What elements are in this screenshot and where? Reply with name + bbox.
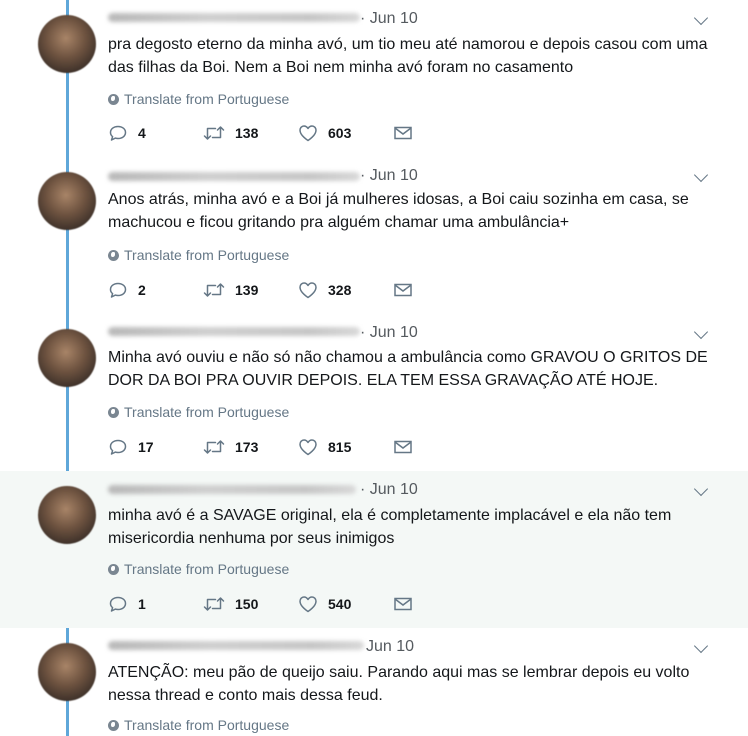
tweet-text: minha avó é a SAVAGE original, ela é com… bbox=[108, 507, 672, 547]
globe-icon bbox=[108, 406, 119, 418]
reply-count: 4 bbox=[138, 125, 146, 141]
like-count: 540 bbox=[328, 596, 352, 612]
like-count: 328 bbox=[328, 282, 352, 298]
reply-icon bbox=[109, 125, 127, 141]
envelope-icon bbox=[394, 440, 412, 454]
globe-icon bbox=[108, 249, 119, 261]
reply-icon bbox=[109, 439, 127, 455]
retweet-button[interactable]: 138 bbox=[203, 124, 298, 142]
reply-count: 2 bbox=[138, 282, 146, 298]
tweet-actions: 4 138 603 bbox=[108, 122, 413, 144]
dm-button[interactable] bbox=[393, 439, 413, 455]
globe-icon bbox=[108, 93, 119, 105]
tweet-date[interactable]: · Jun 10 bbox=[360, 167, 418, 185]
translate-link[interactable]: Translate from Portuguese bbox=[108, 91, 289, 107]
reply-button[interactable]: 1 bbox=[108, 595, 203, 613]
tweet-actions: 17 173 815 bbox=[108, 436, 413, 458]
tweet-date[interactable]: · Jun 10 bbox=[360, 10, 418, 28]
reply-icon bbox=[109, 596, 127, 612]
retweet-button[interactable]: 150 bbox=[203, 595, 298, 613]
blurred-username bbox=[108, 327, 360, 336]
like-button[interactable]: 603 bbox=[298, 124, 393, 142]
reply-button[interactable]: 17 bbox=[108, 438, 203, 456]
tweet-text: ATENÇÃO: meu pão de queijo saiu. Parando… bbox=[108, 664, 690, 704]
blurred-username bbox=[108, 13, 360, 22]
tweet[interactable]: · Jun 10 Anos atrás, minha avó e a Boi j… bbox=[0, 157, 748, 314]
dm-button[interactable] bbox=[393, 125, 413, 141]
translate-link[interactable]: Translate from Portuguese bbox=[108, 404, 289, 420]
retweet-button[interactable]: 139 bbox=[203, 281, 298, 299]
tweet[interactable]: · Jun 10 pra degosto eterno da minha avó… bbox=[0, 0, 748, 157]
reply-count: 17 bbox=[138, 439, 154, 455]
translate-label: Translate from Portuguese bbox=[124, 717, 290, 733]
dm-button[interactable] bbox=[393, 282, 413, 298]
tweet-text: Anos atrás, minha avó e a Boi já mulhere… bbox=[108, 191, 689, 231]
tweet[interactable]: Jun 10 ATENÇÃO: meu pão de queijo saiu. … bbox=[0, 628, 748, 736]
envelope-icon bbox=[394, 597, 412, 611]
heart-icon bbox=[299, 282, 317, 299]
tweet-actions: 1 150 540 bbox=[108, 593, 413, 615]
avatar[interactable] bbox=[38, 15, 96, 73]
translate-label: Translate from Portuguese bbox=[124, 561, 290, 577]
reply-icon bbox=[109, 282, 127, 298]
envelope-icon bbox=[394, 283, 412, 297]
retweet-icon bbox=[203, 126, 225, 140]
tweet-text: pra degosto eterno da minha avó, um tio … bbox=[108, 36, 708, 76]
retweet-count: 139 bbox=[235, 282, 259, 298]
tweet-date[interactable]: Jun 10 bbox=[366, 638, 414, 656]
translate-label: Translate from Portuguese bbox=[124, 91, 290, 107]
avatar[interactable] bbox=[38, 172, 96, 230]
like-button[interactable]: 815 bbox=[298, 438, 393, 456]
envelope-icon bbox=[394, 126, 412, 140]
translate-label: Translate from Portuguese bbox=[124, 404, 290, 420]
reply-count: 1 bbox=[138, 596, 146, 612]
blurred-username bbox=[108, 172, 360, 181]
like-count: 603 bbox=[328, 125, 352, 141]
heart-icon bbox=[299, 439, 317, 456]
tweet-text: Minha avó ouviu e não só não chamou a am… bbox=[108, 349, 708, 389]
chevron-down-icon[interactable] bbox=[693, 10, 709, 26]
blurred-username bbox=[108, 485, 356, 494]
globe-icon bbox=[108, 719, 119, 731]
like-count: 815 bbox=[328, 439, 352, 455]
avatar[interactable] bbox=[38, 486, 96, 544]
retweet-count: 138 bbox=[235, 125, 259, 141]
chevron-down-icon[interactable] bbox=[693, 481, 709, 497]
tweet[interactable]: · Jun 10 Minha avó ouviu e não só não ch… bbox=[0, 314, 748, 471]
chevron-down-icon[interactable] bbox=[693, 167, 709, 183]
retweet-icon bbox=[203, 440, 225, 454]
retweet-count: 173 bbox=[235, 439, 259, 455]
globe-icon bbox=[108, 563, 119, 575]
retweet-icon bbox=[203, 597, 225, 611]
dm-button[interactable] bbox=[393, 596, 413, 612]
reply-button[interactable]: 4 bbox=[108, 124, 203, 142]
chevron-down-icon[interactable] bbox=[693, 324, 709, 340]
tweet[interactable]: · Jun 10 minha avó é a SAVAGE original, … bbox=[0, 471, 748, 628]
tweet-date[interactable]: · Jun 10 bbox=[360, 481, 418, 499]
reply-button[interactable]: 2 bbox=[108, 281, 203, 299]
avatar[interactable] bbox=[38, 329, 96, 387]
translate-label: Translate from Portuguese bbox=[124, 247, 290, 263]
retweet-icon bbox=[203, 283, 225, 297]
avatar[interactable] bbox=[38, 643, 96, 701]
tweet-date[interactable]: · Jun 10 bbox=[360, 324, 418, 342]
tweet-actions: 2 139 328 bbox=[108, 279, 413, 301]
chevron-down-icon[interactable] bbox=[693, 638, 709, 654]
translate-link[interactable]: Translate from Portuguese bbox=[108, 717, 289, 733]
like-button[interactable]: 540 bbox=[298, 595, 393, 613]
heart-icon bbox=[299, 125, 317, 142]
heart-icon bbox=[299, 596, 317, 613]
blurred-username bbox=[108, 641, 364, 650]
translate-link[interactable]: Translate from Portuguese bbox=[108, 247, 289, 263]
retweet-count: 150 bbox=[235, 596, 259, 612]
translate-link[interactable]: Translate from Portuguese bbox=[108, 561, 289, 577]
like-button[interactable]: 328 bbox=[298, 281, 393, 299]
retweet-button[interactable]: 173 bbox=[203, 438, 298, 456]
